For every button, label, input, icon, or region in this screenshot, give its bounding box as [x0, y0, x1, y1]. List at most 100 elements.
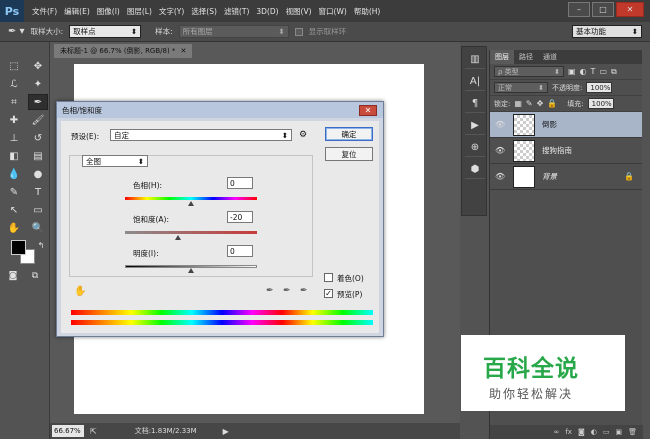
preset-select[interactable]: 自定 ⬍ [110, 129, 292, 141]
preset-options-gear-icon[interactable]: ⚙ [299, 130, 307, 140]
status-arrow-icon[interactable]: ▶ [223, 427, 229, 436]
menu-window[interactable]: 窗口(W) [319, 6, 347, 17]
close-window-button[interactable]: ✕ [616, 2, 644, 17]
minimize-button[interactable]: – [568, 2, 590, 17]
filter-adjustment-icon[interactable]: ◐ [580, 67, 587, 76]
eyedropper-icon[interactable]: ✒ [266, 286, 274, 296]
eyedropper-plus-icon[interactable]: ✒ [283, 286, 291, 296]
layer-row-background[interactable]: 👁 背景 🔒 [490, 164, 642, 190]
visibility-eye-icon[interactable]: 👁 [495, 146, 507, 155]
menu-help[interactable]: 帮助(H) [354, 6, 381, 17]
channel-select[interactable]: 全图 ⬍ [82, 155, 148, 167]
filter-shape-icon[interactable]: ▭ [599, 67, 607, 76]
workspace-select[interactable]: 基本功能 ⬍ [572, 25, 642, 38]
actions-panel-icon[interactable]: ▶ [465, 117, 485, 135]
delete-layer-icon[interactable]: 🗑 [628, 428, 637, 436]
type-tool-icon[interactable]: T [28, 184, 48, 200]
zoom-tool-icon[interactable]: 🔍 [28, 220, 48, 236]
menu-image[interactable]: 图像(I) [97, 6, 120, 17]
eyedropper-minus-icon[interactable]: ✒ [300, 286, 308, 296]
paragraph-panel-icon[interactable]: ¶ [465, 95, 485, 113]
rectangle-tool-icon[interactable]: ▭ [28, 202, 48, 218]
history-panel-icon[interactable]: ▥ [465, 51, 485, 69]
tab-layers[interactable]: 图层 [490, 50, 514, 64]
blend-mode-select[interactable]: 正常 ⬍ [494, 82, 548, 93]
lasso-tool-icon[interactable]: ℒ [4, 76, 24, 92]
eyedropper-preset-icon[interactable]: ✒ ▾ [8, 26, 25, 37]
brush-tool-icon[interactable]: 🖌 [28, 112, 48, 128]
saturation-slider-track[interactable] [125, 231, 257, 234]
lock-all-icon[interactable]: 🔒 [547, 99, 557, 108]
targeted-adjustment-hand-icon[interactable]: ✋ [74, 286, 86, 297]
status-export-icon[interactable]: ⇱ [90, 427, 97, 436]
saturation-slider-thumb[interactable] [175, 235, 181, 240]
layer-row-sogou-guide[interactable]: 👁 搜狗指南 [490, 138, 642, 164]
character-panel-icon[interactable]: A| [465, 73, 485, 91]
screen-mode-icon[interactable]: ⧉ [25, 268, 45, 284]
pen-tool-icon[interactable]: ✎ [4, 184, 24, 200]
hue-input[interactable]: 0 [227, 177, 253, 189]
new-layer-icon[interactable]: ▣ [615, 428, 622, 436]
foreground-color-swatch[interactable] [11, 240, 26, 255]
3d-panel-icon[interactable]: ⬢ [465, 161, 485, 179]
group-icon[interactable]: ▭ [603, 428, 610, 436]
tab-channels[interactable]: 通道 [538, 50, 562, 64]
history-brush-tool-icon[interactable]: ↺ [28, 130, 48, 146]
lightness-input[interactable]: 0 [227, 245, 253, 257]
layer-mask-icon[interactable]: ◙ [578, 428, 585, 436]
tab-paths[interactable]: 路径 [514, 50, 538, 64]
magic-wand-tool-icon[interactable]: ✦ [28, 76, 48, 92]
quick-mask-icon[interactable]: ◙ [3, 268, 23, 284]
close-tab-icon[interactable]: ✕ [180, 47, 186, 55]
opacity-input[interactable]: 100% [586, 82, 613, 93]
lock-transparent-icon[interactable]: ▦ [514, 99, 522, 108]
dialog-close-button[interactable]: ✕ [359, 105, 377, 116]
filter-type-icon[interactable]: T [591, 67, 596, 76]
menu-edit[interactable]: 编辑(E) [64, 6, 90, 17]
menu-select[interactable]: 选择(S) [191, 6, 217, 17]
zoom-field[interactable]: 66.67% [52, 425, 84, 437]
blur-tool-icon[interactable]: 💧 [4, 166, 24, 182]
crop-tool-icon[interactable]: ⌗ [4, 94, 24, 110]
menu-3d[interactable]: 3D(D) [256, 7, 278, 16]
sample-size-select[interactable]: 取样点 ⬍ [69, 25, 142, 38]
sample-select[interactable]: 所有图层 ⬍ [178, 25, 289, 38]
visibility-eye-icon[interactable]: 👁 [495, 172, 507, 181]
menu-file[interactable]: 文件(F) [32, 6, 57, 17]
healing-brush-tool-icon[interactable]: ✚ [4, 112, 24, 128]
ok-button[interactable]: 确定 [325, 127, 373, 141]
eyedropper-tool-icon[interactable]: ✒ [28, 94, 48, 110]
hue-slider-track[interactable] [125, 197, 257, 200]
preview-checkbox[interactable]: ✓ [324, 289, 333, 298]
link-layers-icon[interactable]: ∞ [554, 428, 560, 436]
hand-tool-icon[interactable]: ✋ [4, 220, 24, 236]
clone-source-panel-icon[interactable]: ⊕ [465, 139, 485, 157]
filter-pixel-icon[interactable]: ▣ [568, 67, 576, 76]
layer-filter-select[interactable]: ρ 类型 ⬍ [494, 66, 564, 77]
maximize-button[interactable]: □ [592, 2, 614, 17]
menu-type[interactable]: 文字(Y) [159, 6, 184, 17]
eraser-tool-icon[interactable]: ◧ [4, 148, 24, 164]
path-selection-tool-icon[interactable]: ↖ [4, 202, 24, 218]
filter-smart-icon[interactable]: ⧉ [611, 67, 617, 77]
show-ring-checkbox[interactable] [294, 27, 303, 36]
fill-input[interactable]: 100% [587, 98, 614, 109]
gradient-tool-icon[interactable]: ▤ [28, 148, 48, 164]
lock-image-icon[interactable]: ✎ [526, 99, 533, 108]
lock-position-icon[interactable]: ✥ [537, 99, 544, 108]
menu-layer[interactable]: 图层(L) [127, 6, 152, 17]
adjustment-layer-icon[interactable]: ◐ [591, 428, 597, 436]
menu-view[interactable]: 视图(V) [286, 6, 312, 17]
visibility-eye-icon[interactable]: 👁 [495, 120, 507, 129]
reset-button[interactable]: 复位 [325, 147, 373, 161]
move-tool-icon[interactable]: ✥ [28, 58, 48, 74]
dodge-tool-icon[interactable]: ● [28, 166, 48, 182]
marquee-tool-icon[interactable]: ⬚ [4, 58, 24, 74]
lightness-slider-thumb[interactable] [188, 268, 194, 273]
layer-row-reflection[interactable]: 👁 倒影 [490, 112, 642, 138]
clone-stamp-tool-icon[interactable]: ⊥ [4, 130, 24, 146]
menu-filter[interactable]: 滤镜(T) [224, 6, 249, 17]
colorize-checkbox[interactable] [324, 273, 333, 282]
layer-style-icon[interactable]: fx [565, 428, 572, 436]
document-tab[interactable]: 未标题-1 @ 66.7% (倒影, RGB/8) * ✕ [54, 44, 193, 58]
